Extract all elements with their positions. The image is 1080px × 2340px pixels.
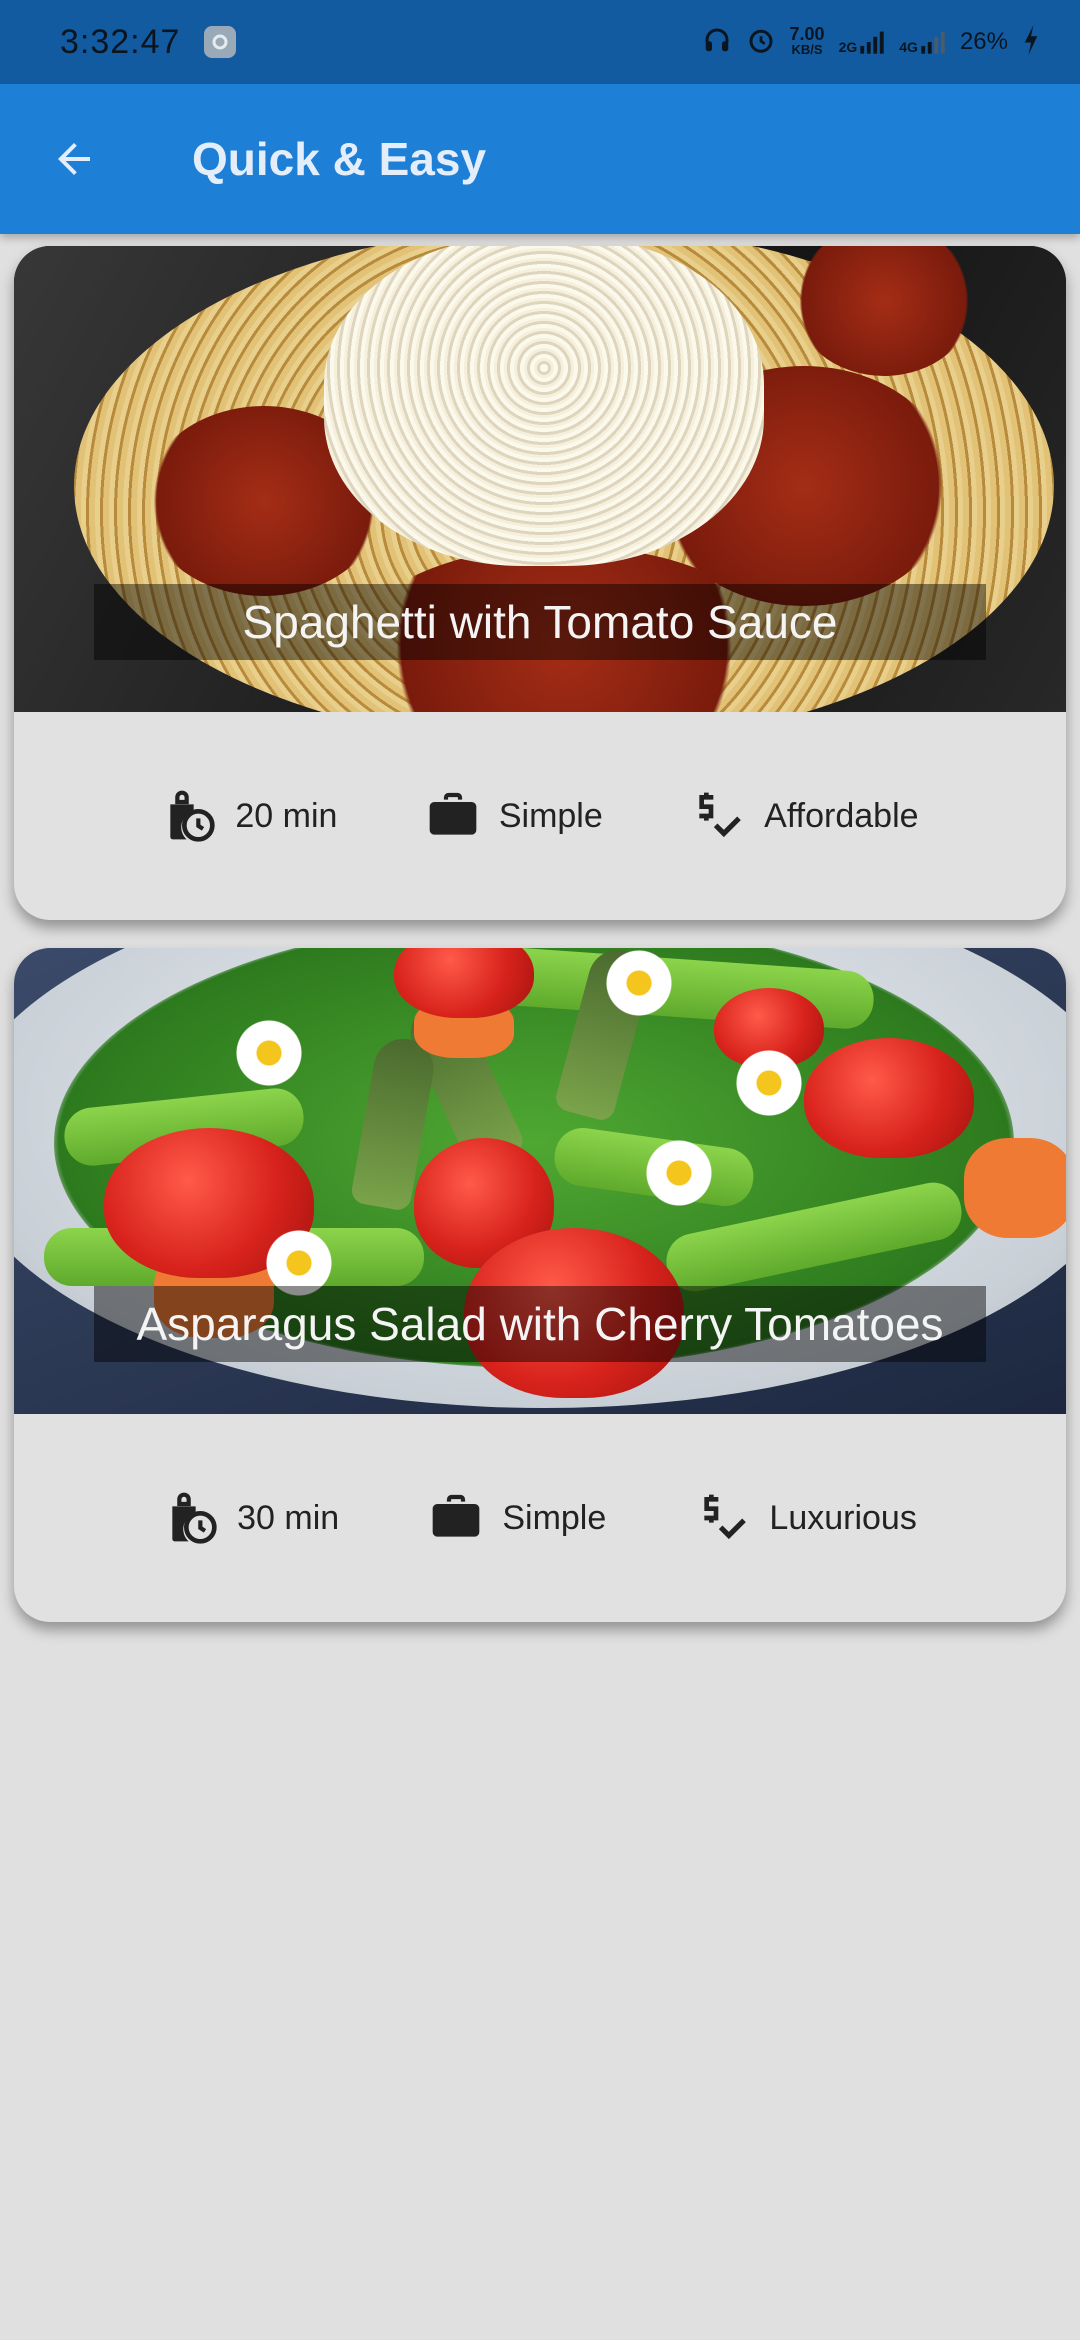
charging-icon — [1022, 24, 1040, 60]
meal-complexity-text: Simple — [498, 796, 603, 835]
schedule-icon — [170, 790, 216, 842]
network-speed-unit: KB/S — [791, 42, 823, 57]
meal-title: Spaghetti with Tomato Sauce — [94, 584, 986, 660]
work-icon — [433, 1494, 480, 1537]
schedule-icon — [172, 1492, 217, 1544]
arrow-back-icon — [58, 143, 90, 175]
meal-complexity: Simple — [425, 788, 603, 844]
meal-affordability-text: Luxurious — [769, 1498, 917, 1537]
page-title: Quick & Easy — [192, 133, 487, 185]
status-time: 3:32:47 — [60, 22, 181, 61]
back-button[interactable] — [38, 123, 110, 195]
meal-duration-text: 20 min — [235, 796, 338, 835]
signal-4g-label: 4G — [899, 39, 918, 55]
meal-image: Spaghetti with Tomato Sauce — [14, 246, 1066, 712]
signal-2g: 2G — [839, 29, 886, 55]
meal-affordability-text: Affordable — [764, 796, 919, 835]
signal-bars-icon — [921, 31, 945, 54]
meal-meta: 20 min Simple Affordable — [14, 712, 1066, 920]
signal-4g: 4G — [899, 29, 946, 55]
meal-complexity-text: Simple — [502, 1498, 607, 1537]
meal-affordability: Luxurious — [695, 1490, 917, 1546]
settings-notification-icon — [204, 26, 237, 58]
meal-card[interactable]: Spaghetti with Tomato Sauce 20 min Simpl… — [14, 246, 1066, 920]
price-check-icon — [704, 1494, 747, 1540]
network-speed: 7.00 KB/S — [789, 24, 825, 58]
network-speed-value: 7.00 — [789, 24, 825, 44]
work-icon — [429, 792, 477, 835]
battery-percent: 26% — [959, 28, 1008, 55]
signal-bars-icon — [860, 31, 884, 54]
meal-duration: 20 min — [161, 788, 337, 844]
status-bar: 3:32:47 7.00 KB/S 2G 4G 26% — [0, 0, 1080, 84]
meal-card[interactable]: Asparagus Salad with Cherry Tomatoes 30 … — [14, 948, 1066, 1622]
meal-duration: 30 min — [163, 1490, 339, 1546]
alarm-icon — [746, 25, 776, 60]
meal-duration-text: 30 min — [237, 1498, 340, 1537]
app-bar: Quick & Easy — [0, 84, 1080, 234]
status-icons: 7.00 KB/S 2G 4G 26% — [702, 24, 1040, 60]
meal-complexity: Simple — [428, 1490, 606, 1546]
meal-image: Asparagus Salad with Cherry Tomatoes — [14, 948, 1066, 1414]
meal-title: Asparagus Salad with Cherry Tomatoes — [94, 1286, 986, 1362]
price-check-icon — [699, 792, 741, 838]
headphones-icon — [702, 25, 732, 60]
meal-affordability: Affordable — [690, 788, 919, 844]
meal-meta: 30 min Simple Luxurious — [14, 1414, 1066, 1622]
signal-2g-label: 2G — [838, 39, 858, 55]
